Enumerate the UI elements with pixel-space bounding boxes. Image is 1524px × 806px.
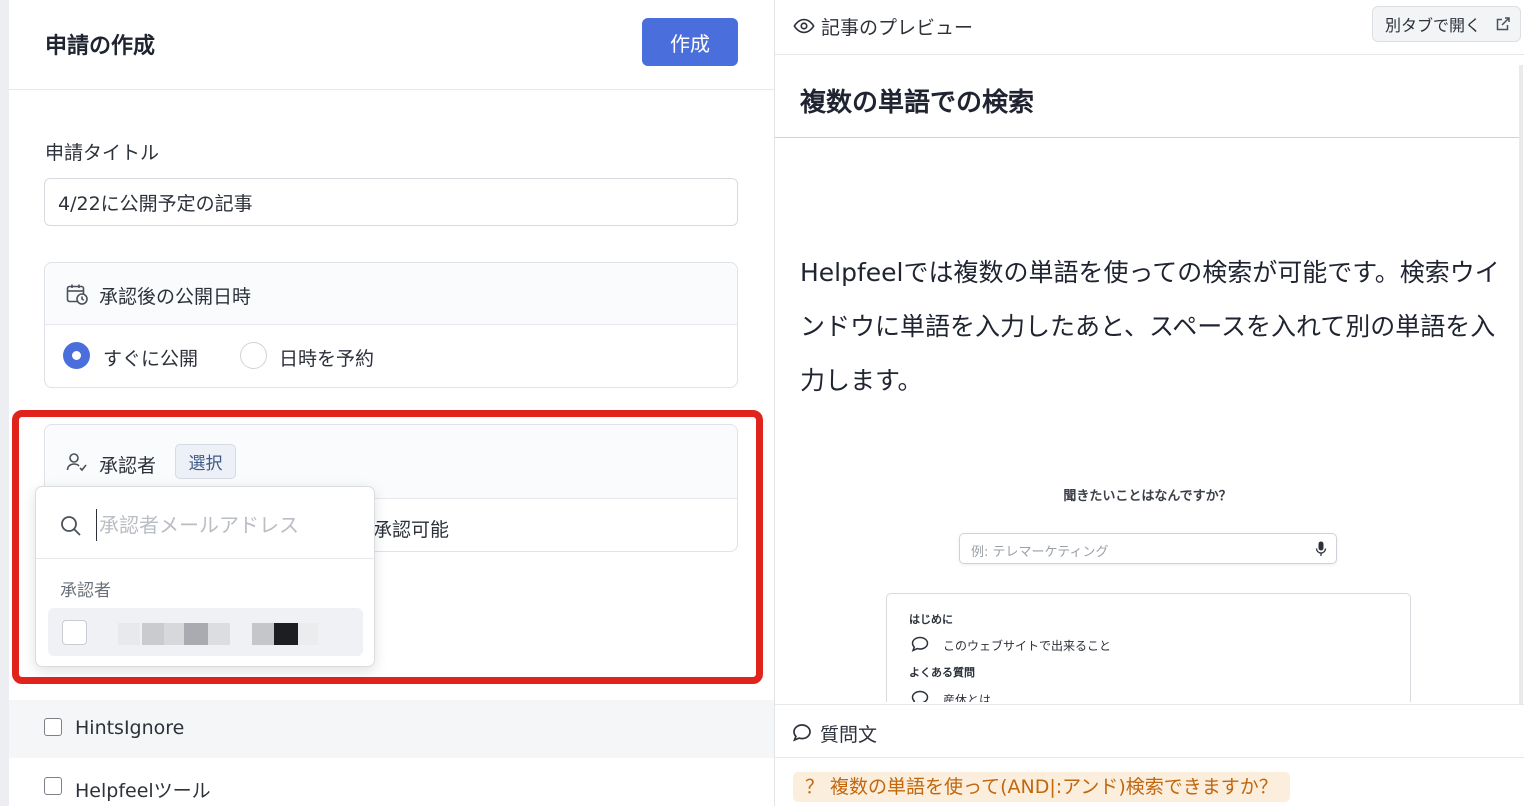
approver-search-bar xyxy=(36,487,374,559)
screenshot-section-intro: はじめに xyxy=(909,613,953,626)
helpfeel-tool-checkbox[interactable] xyxy=(44,777,62,795)
eye-icon xyxy=(793,18,815,34)
chat-bubble-icon xyxy=(911,690,929,702)
schedule-label[interactable]: 日時を予約 xyxy=(279,344,374,371)
redacted-block xyxy=(118,623,140,645)
form-header: 申請の作成 作成 xyxy=(9,0,774,90)
approver-email-search-input[interactable] xyxy=(96,509,356,541)
screenshot-section-faq: よくある質問 xyxy=(909,666,975,679)
hintsignore-checkbox[interactable] xyxy=(44,718,62,736)
chat-bubble-icon xyxy=(911,636,929,652)
redacted-block xyxy=(184,623,208,645)
redacted-block xyxy=(164,623,184,645)
helpfeel-tool-label: Helpfeelツール xyxy=(75,780,211,802)
approver-option-checkbox[interactable] xyxy=(62,620,87,645)
article-body: Helpfeelでは複数の単語を使っての検索が可能です。検索ウインドウに単語を入… xyxy=(800,258,1500,395)
screenshot-suggestion-box: はじめに このウェブサイトで出来ること よくある質問 産休とは xyxy=(886,593,1411,702)
article-title: 複数の単語での検索 xyxy=(800,88,1035,118)
preview-scrollbar[interactable] xyxy=(1519,65,1523,705)
redacted-block xyxy=(298,623,318,645)
create-button[interactable]: 作成 xyxy=(642,18,738,66)
page-title: 申請の作成 xyxy=(45,34,156,59)
hintsignore-label: HintsIgnore xyxy=(75,717,185,739)
tree-row-helpfeel-tool[interactable]: Helpfeelツール xyxy=(9,758,774,806)
application-form-panel: 申請の作成 作成 申請タイトル 承認後の公開日時 すぐに公開 日時を予約 xyxy=(9,0,774,806)
article-title-rule xyxy=(775,137,1519,138)
article-preview-panel: 記事のプレビュー 別タブで開く 複数の単語での検索 Helpfeelでは複数の単… xyxy=(775,0,1524,806)
redacted-block xyxy=(274,623,298,645)
publish-date-card: 承認後の公開日時 すぐに公開 日時を予約 xyxy=(44,262,738,388)
open-in-new-tab-button[interactable]: 別タブで開く xyxy=(1372,6,1521,42)
publish-now-radio[interactable] xyxy=(63,342,90,369)
redacted-block xyxy=(142,623,164,645)
question-heading: 質問文 xyxy=(820,724,878,746)
application-title-input[interactable] xyxy=(44,178,738,226)
question-tag[interactable]: ？ 複数の単語を使って(AND|:アンド)検索できますか？ xyxy=(793,772,1290,802)
chat-bubble-icon xyxy=(792,724,811,742)
left-edge-strip xyxy=(0,0,9,806)
publish-date-heading: 承認後の公開日時 xyxy=(99,286,252,308)
embedded-screenshot: 聞きたいことはなんですか？ 例: テレマーケティング はじめに このウェブサイト… xyxy=(800,455,1495,702)
redacted-block xyxy=(208,623,230,645)
approver-group-label: 承認者 xyxy=(60,581,111,601)
microphone-icon xyxy=(1315,541,1327,556)
external-link-icon xyxy=(1496,17,1510,31)
screenshot-search-placeholder: 例: テレマーケティング xyxy=(971,545,1109,560)
publish-date-header: 承認後の公開日時 xyxy=(45,263,737,325)
preview-header: 記事のプレビュー 別タブで開く xyxy=(775,0,1524,55)
screenshot-question: 聞きたいことはなんですか？ xyxy=(1063,489,1232,504)
question-section-header: 質問文 xyxy=(775,704,1524,758)
screenshot-item: このウェブサイトで出来ること xyxy=(943,639,1112,653)
publish-now-label[interactable]: すぐに公開 xyxy=(103,344,198,371)
search-icon xyxy=(61,516,81,536)
redacted-block xyxy=(252,623,274,645)
open-in-new-tab-label: 別タブで開く xyxy=(1385,16,1482,35)
schedule-radio[interactable] xyxy=(240,342,267,369)
preview-heading: 記事のプレビュー xyxy=(821,17,974,39)
approver-dropdown: 承認者 xyxy=(35,486,375,667)
screenshot-item: 産休とは xyxy=(943,693,992,702)
tree-row-hintsignore[interactable]: HintsIgnore xyxy=(9,700,774,758)
calendar-clock-icon xyxy=(66,284,88,305)
application-title-label: 申請タイトル xyxy=(45,142,160,164)
approver-option-row[interactable] xyxy=(48,608,363,656)
screenshot-search-box: 例: テレマーケティング xyxy=(959,533,1337,564)
